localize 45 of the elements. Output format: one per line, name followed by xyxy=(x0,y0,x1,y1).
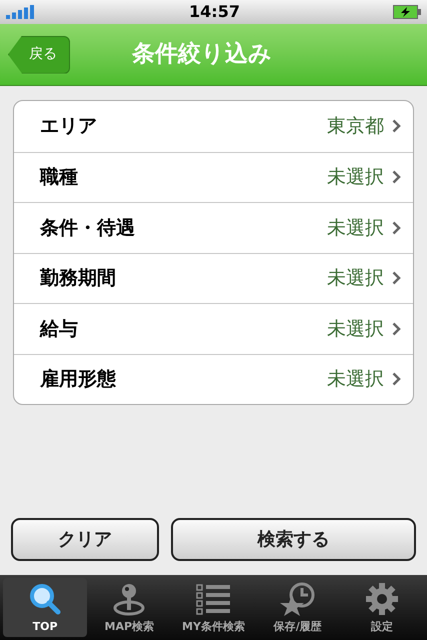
settings-icon xyxy=(364,582,399,616)
tab-label: MAP検索 xyxy=(104,618,154,634)
chevron-icon xyxy=(392,170,401,184)
map-pin-icon xyxy=(112,582,146,616)
tab-item[interactable]: MAP検索 xyxy=(87,578,172,637)
star-clock-icon xyxy=(280,582,316,616)
chevron-icon xyxy=(392,372,401,386)
filter-label: 勤務期間 xyxy=(40,266,116,291)
filter-value: 未選択 xyxy=(327,216,384,240)
chevron-icon xyxy=(392,271,401,286)
tab-item[interactable]: MY条件検索 xyxy=(171,578,256,637)
filter-label: エリア xyxy=(40,114,97,139)
filter-value: 未選択 xyxy=(327,316,384,342)
tab-item[interactable]: 保存/履歴 xyxy=(256,578,340,637)
tab-label: TOP xyxy=(32,618,58,634)
signal-icon xyxy=(6,5,36,19)
chevron-icon xyxy=(392,322,401,336)
search-icon xyxy=(28,582,62,616)
filter-row[interactable]: 給与 未選択 xyxy=(14,303,413,354)
filter-label: 職種 xyxy=(40,165,78,190)
tab-item[interactable]: 設定 xyxy=(340,578,424,637)
chevron-icon xyxy=(392,119,401,134)
battery-icon xyxy=(393,5,421,19)
tab-label: 保存/履歴 xyxy=(274,618,322,634)
filter-value: 未選択 xyxy=(327,266,384,291)
checklist-icon xyxy=(194,582,232,616)
tab-label: 設定 xyxy=(370,618,393,634)
filter-row[interactable]: エリア 東京都 xyxy=(14,101,413,152)
screen-title: 条件絞り込み xyxy=(132,40,272,70)
clear-button[interactable]: クリア xyxy=(11,518,159,561)
filter-value: 未選択 xyxy=(327,367,384,392)
search-button[interactable]: 検索する xyxy=(171,518,416,561)
filter-label: 条件・待遇 xyxy=(40,216,135,240)
filter-row[interactable]: 勤務期間 未選択 xyxy=(14,252,413,303)
filter-row[interactable]: 職種 未選択 xyxy=(14,152,413,202)
clock-time: 14:57 xyxy=(189,1,240,23)
filter-value: 未選択 xyxy=(327,165,384,190)
tab-label: MY条件検索 xyxy=(182,618,245,634)
filter-label: 給与 xyxy=(40,316,78,342)
filter-value: 東京都 xyxy=(327,114,384,139)
filter-row[interactable]: 雇用形態 未選択 xyxy=(14,354,413,404)
tab-item[interactable]: TOP xyxy=(3,578,88,637)
filter-row[interactable]: 条件・待遇 未選択 xyxy=(14,202,413,252)
chevron-icon xyxy=(392,220,401,235)
filter-label: 雇用形態 xyxy=(40,367,116,392)
